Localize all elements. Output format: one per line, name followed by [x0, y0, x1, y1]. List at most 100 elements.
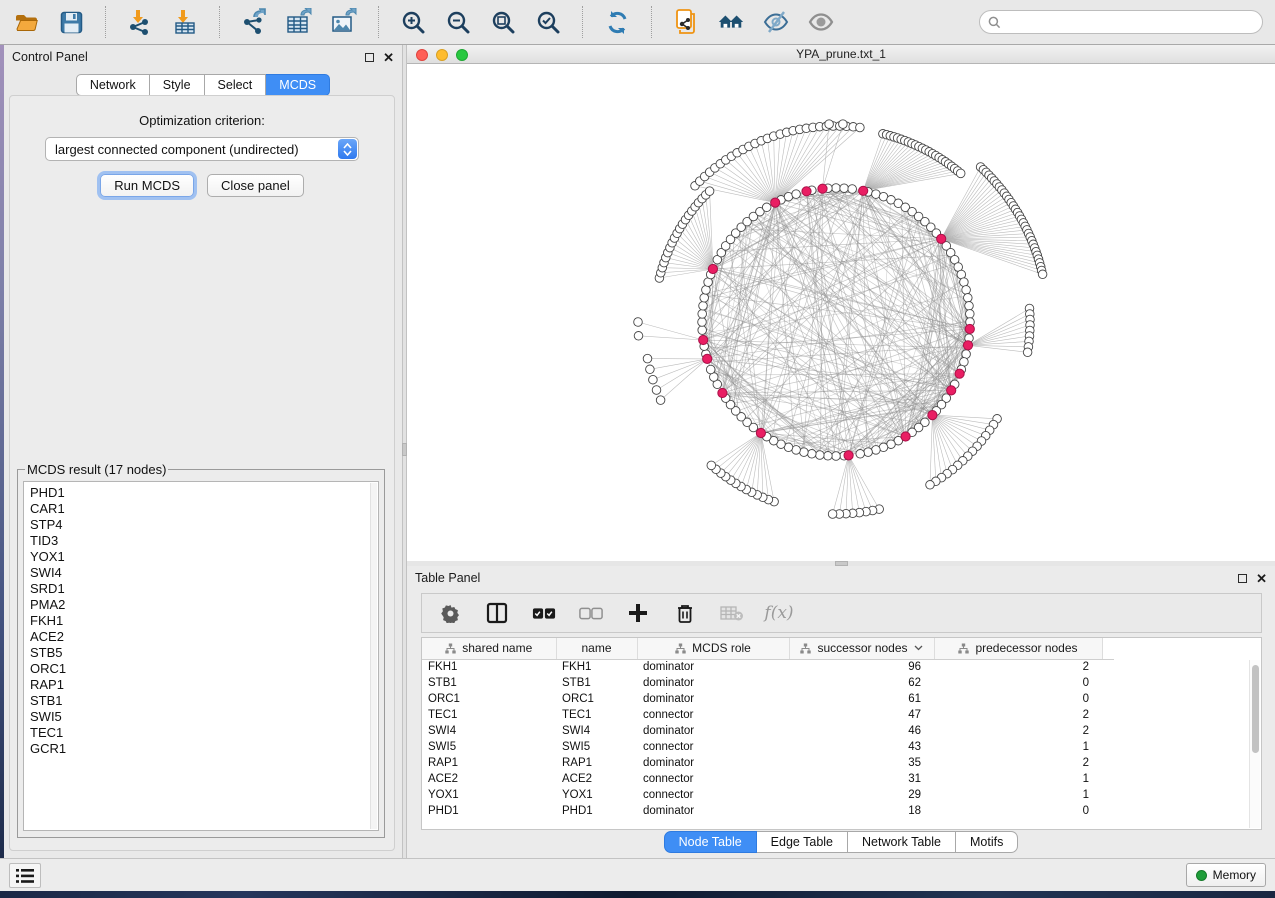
mcds-node[interactable]	[955, 369, 964, 378]
mcds-node[interactable]	[947, 386, 956, 395]
table-row[interactable]: RAP1RAP1dominator352	[422, 755, 1114, 771]
table-scrollbar-thumb[interactable]	[1252, 665, 1259, 753]
network-node[interactable]	[707, 461, 716, 470]
tab-node-table[interactable]: Node Table	[664, 831, 757, 853]
float-table-panel-icon[interactable]	[1238, 574, 1247, 583]
list-item[interactable]: GCR1	[30, 741, 372, 757]
mcds-result-list[interactable]: PHD1CAR1STP4TID3YOX1SWI4SRD1PMA2FKH1ACE2…	[23, 481, 379, 831]
network-node[interactable]	[824, 452, 833, 461]
table-settings-button[interactable]	[438, 601, 462, 625]
hide-graphics-button[interactable]	[762, 8, 790, 36]
network-node[interactable]	[698, 310, 707, 319]
close-panel-button[interactable]: Close panel	[207, 174, 304, 197]
network-node[interactable]	[832, 184, 841, 193]
function-builder-button[interactable]: f(x)	[767, 601, 791, 625]
network-window-titlebar[interactable]: YPA_prune.txt_1	[407, 45, 1275, 64]
network-node[interactable]	[700, 294, 709, 303]
list-item[interactable]: STP4	[30, 517, 372, 533]
network-node[interactable]	[792, 190, 801, 199]
memory-button[interactable]: Memory	[1186, 863, 1266, 887]
import-table-button[interactable]	[171, 8, 199, 36]
network-node[interactable]	[816, 451, 825, 460]
run-mcds-button[interactable]: Run MCDS	[100, 174, 194, 197]
network-node[interactable]	[698, 326, 707, 335]
delete-column-button[interactable]	[673, 601, 697, 625]
network-node[interactable]	[1038, 270, 1047, 279]
network-node[interactable]	[1023, 348, 1032, 357]
list-item[interactable]: PHD1	[30, 485, 372, 501]
mcds-node[interactable]	[708, 264, 717, 273]
network-node[interactable]	[634, 332, 643, 341]
list-item[interactable]: SWI5	[30, 709, 372, 725]
mcds-node[interactable]	[963, 341, 972, 350]
mcds-node[interactable]	[802, 187, 811, 196]
zoom-selected-button[interactable]	[534, 8, 562, 36]
list-item[interactable]: RAP1	[30, 677, 372, 693]
window-minimize-button[interactable]	[436, 49, 448, 61]
list-item[interactable]: SRD1	[30, 581, 372, 597]
export-image-button[interactable]	[330, 8, 358, 36]
delete-table-button[interactable]	[720, 601, 744, 625]
network-node[interactable]	[864, 448, 873, 457]
network-node[interactable]	[649, 375, 658, 384]
window-close-button[interactable]	[416, 49, 428, 61]
home-pair-button[interactable]	[717, 8, 745, 36]
mcds-node[interactable]	[937, 234, 946, 243]
network-node[interactable]	[634, 318, 643, 327]
network-node[interactable]	[840, 184, 849, 193]
network-node[interactable]	[856, 123, 865, 132]
network-node[interactable]	[698, 318, 707, 327]
table-row[interactable]: SWI5SWI5connector431	[422, 739, 1114, 755]
tab-style[interactable]: Style	[150, 74, 205, 96]
network-node[interactable]	[652, 386, 661, 395]
list-item[interactable]: STB1	[30, 693, 372, 709]
network-node[interactable]	[702, 286, 711, 295]
network-node[interactable]	[832, 452, 841, 461]
tab-select[interactable]: Select	[205, 74, 267, 96]
close-panel-icon[interactable]: ✕	[383, 53, 394, 62]
network-node[interactable]	[825, 120, 834, 129]
network-node[interactable]	[960, 278, 969, 287]
float-panel-icon[interactable]	[365, 53, 374, 62]
add-column-button[interactable]	[626, 601, 650, 625]
network-node[interactable]	[705, 187, 714, 196]
list-item[interactable]: YOX1	[30, 549, 372, 565]
table-scrollbar[interactable]	[1249, 660, 1260, 828]
zoom-in-button[interactable]	[399, 8, 427, 36]
deselect-all-button[interactable]	[579, 601, 603, 625]
import-network-button[interactable]	[126, 8, 154, 36]
select-all-button[interactable]	[532, 601, 556, 625]
mcds-node[interactable]	[718, 388, 727, 397]
table-row[interactable]: ACE2ACE2connector311	[422, 771, 1114, 787]
search-field[interactable]	[979, 10, 1263, 34]
network-svg[interactable]	[407, 64, 1275, 561]
mcds-node[interactable]	[756, 428, 765, 437]
table-row[interactable]: STB1STB1dominator620	[422, 675, 1114, 691]
list-item[interactable]: PMA2	[30, 597, 372, 613]
mcds-node[interactable]	[844, 451, 853, 460]
column-header-successor-nodes[interactable]: successor nodes	[789, 638, 934, 659]
network-node[interactable]	[699, 302, 708, 311]
network-node[interactable]	[956, 169, 965, 178]
show-graphics-button[interactable]	[807, 8, 835, 36]
table-row[interactable]: ORC1ORC1dominator610	[422, 691, 1114, 707]
mcds-node[interactable]	[859, 186, 868, 195]
network-node[interactable]	[646, 365, 655, 374]
result-list-scrollbar[interactable]	[370, 483, 377, 829]
mcds-node[interactable]	[703, 354, 712, 363]
column-header-MCDS-role[interactable]: MCDS role	[637, 638, 789, 659]
network-node[interactable]	[808, 450, 817, 459]
network-canvas[interactable]	[407, 64, 1275, 561]
mcds-node[interactable]	[818, 184, 827, 193]
list-item[interactable]: STB5	[30, 645, 372, 661]
column-header-name[interactable]: name	[556, 638, 637, 659]
mcds-node[interactable]	[965, 324, 974, 333]
column-header-shared-name[interactable]: shared name	[422, 638, 556, 659]
list-item[interactable]: FKH1	[30, 613, 372, 629]
network-node[interactable]	[964, 294, 973, 303]
list-item[interactable]: ACE2	[30, 629, 372, 645]
export-table-button[interactable]	[285, 8, 313, 36]
search-input[interactable]	[1006, 15, 1254, 29]
table-row[interactable]: SWI4SWI4dominator462	[422, 723, 1114, 739]
list-item[interactable]: TID3	[30, 533, 372, 549]
